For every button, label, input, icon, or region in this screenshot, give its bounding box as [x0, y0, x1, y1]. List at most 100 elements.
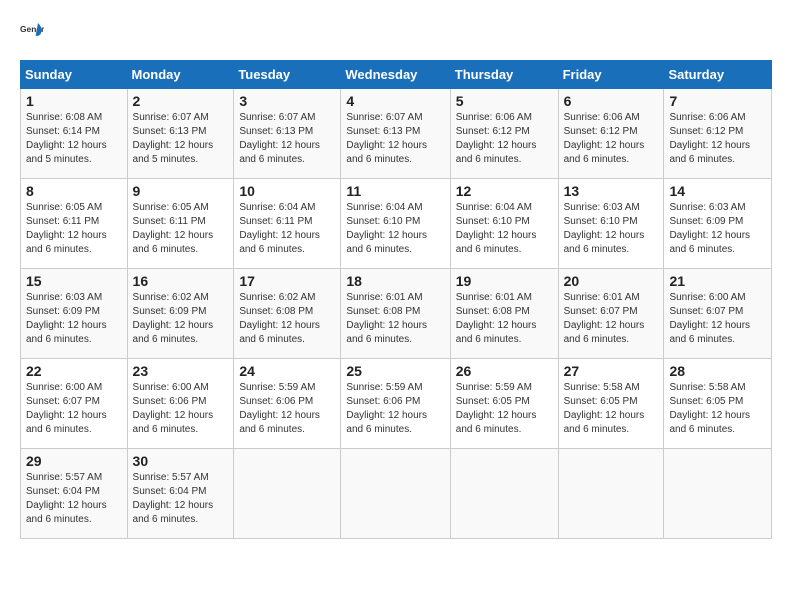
- day-info: Sunrise: 5:59 AMSunset: 6:06 PMDaylight:…: [239, 381, 335, 437]
- day-number: 11: [346, 183, 444, 199]
- calendar-week-row: 29 Sunrise: 5:57 AMSunset: 6:04 PMDayligh…: [21, 449, 772, 539]
- day-number: 17: [239, 273, 335, 289]
- calendar-cell: 12 Sunrise: 6:04 AMSunset: 6:10 PMDayligh…: [450, 179, 558, 269]
- calendar-cell: 18 Sunrise: 6:01 AMSunset: 6:08 PMDayligh…: [341, 269, 450, 359]
- day-number: 1: [26, 93, 122, 109]
- calendar-cell: 21Sunrise: 6:00 AMSunset: 6:07 PMDayligh…: [664, 269, 772, 359]
- header-thursday: Thursday: [450, 61, 558, 89]
- day-info: Sunrise: 6:02 AMSunset: 6:09 PMDaylight:…: [133, 291, 229, 347]
- day-number: 27: [564, 363, 659, 379]
- calendar-cell: 28 Sunrise: 5:58 AMSunset: 6:05 PMDayligh…: [664, 359, 772, 449]
- day-number: 2: [133, 93, 229, 109]
- calendar-cell: 20 Sunrise: 6:01 AMSunset: 6:07 PMDayligh…: [558, 269, 664, 359]
- day-info: Sunrise: 6:01 AMSunset: 6:07 PMDaylight:…: [564, 291, 659, 347]
- day-number: 13: [564, 183, 659, 199]
- day-info: Sunrise: 6:06 AMSunset: 6:12 PMDaylight:…: [564, 111, 659, 167]
- day-number: 9: [133, 183, 229, 199]
- calendar-cell: 15 Sunrise: 6:03 AMSunset: 6:09 PMDayligh…: [21, 269, 128, 359]
- calendar-cell: [341, 449, 450, 539]
- calendar-header-row: SundayMondayTuesdayWednesdayThursdayFrid…: [21, 61, 772, 89]
- day-number: 24: [239, 363, 335, 379]
- day-info: Sunrise: 6:05 AMSunset: 6:11 PMDaylight:…: [26, 201, 122, 257]
- calendar-cell: 29 Sunrise: 5:57 AMSunset: 6:04 PMDayligh…: [21, 449, 128, 539]
- calendar-cell: 8 Sunrise: 6:05 AMSunset: 6:11 PMDaylight…: [21, 179, 128, 269]
- day-number: 7: [669, 93, 766, 109]
- day-info: Sunrise: 5:57 AMSunset: 6:04 PMDaylight:…: [26, 471, 122, 527]
- calendar-cell: 7Sunrise: 6:06 AMSunset: 6:12 PMDaylight…: [664, 89, 772, 179]
- day-info: Sunrise: 6:03 AMSunset: 6:09 PMDaylight:…: [26, 291, 122, 347]
- day-number: 29: [26, 453, 122, 469]
- logo: General: [20, 20, 48, 44]
- day-info: Sunrise: 6:03 AMSunset: 6:10 PMDaylight:…: [564, 201, 659, 257]
- day-info: Sunrise: 6:00 AMSunset: 6:07 PMDaylight:…: [26, 381, 122, 437]
- calendar-cell: 30 Sunrise: 5:57 AMSunset: 6:04 PMDayligh…: [127, 449, 234, 539]
- calendar-cell: 1 Sunrise: 6:08 AMSunset: 6:14 PMDaylight…: [21, 89, 128, 179]
- calendar-week-row: 1 Sunrise: 6:08 AMSunset: 6:14 PMDaylight…: [21, 89, 772, 179]
- day-number: 28: [669, 363, 766, 379]
- day-number: 12: [456, 183, 553, 199]
- day-number: 22: [26, 363, 122, 379]
- day-info: Sunrise: 6:03 AMSunset: 6:09 PMDaylight:…: [669, 201, 766, 257]
- header-sunday: Sunday: [21, 61, 128, 89]
- calendar-cell: [664, 449, 772, 539]
- calendar-cell: [234, 449, 341, 539]
- calendar-cell: 11 Sunrise: 6:04 AMSunset: 6:10 PMDayligh…: [341, 179, 450, 269]
- calendar-cell: 14 Sunrise: 6:03 AMSunset: 6:09 PMDayligh…: [664, 179, 772, 269]
- day-info: Sunrise: 5:57 AMSunset: 6:04 PMDaylight:…: [133, 471, 229, 527]
- day-info: Sunrise: 6:04 AMSunset: 6:10 PMDaylight:…: [456, 201, 553, 257]
- calendar-cell: 23 Sunrise: 6:00 AMSunset: 6:06 PMDayligh…: [127, 359, 234, 449]
- day-number: 8: [26, 183, 122, 199]
- day-info: Sunrise: 6:08 AMSunset: 6:14 PMDaylight:…: [26, 111, 122, 167]
- logo-icon: General: [20, 20, 44, 44]
- day-info: Sunrise: 6:00 AMSunset: 6:06 PMDaylight:…: [133, 381, 229, 437]
- day-info: Sunrise: 6:07 AMSunset: 6:13 PMDaylight:…: [346, 111, 444, 167]
- day-info: Sunrise: 5:58 AMSunset: 6:05 PMDaylight:…: [669, 381, 766, 437]
- calendar-cell: 5Sunrise: 6:06 AMSunset: 6:12 PMDaylight…: [450, 89, 558, 179]
- calendar-cell: 2 Sunrise: 6:07 AMSunset: 6:13 PMDaylight…: [127, 89, 234, 179]
- calendar-cell: [450, 449, 558, 539]
- day-info: Sunrise: 6:07 AMSunset: 6:13 PMDaylight:…: [239, 111, 335, 167]
- day-info: Sunrise: 6:00 AMSunset: 6:07 PMDaylight:…: [669, 291, 766, 347]
- day-number: 23: [133, 363, 229, 379]
- day-info: Sunrise: 6:01 AMSunset: 6:08 PMDaylight:…: [456, 291, 553, 347]
- calendar-cell: 22 Sunrise: 6:00 AMSunset: 6:07 PMDayligh…: [21, 359, 128, 449]
- day-number: 14: [669, 183, 766, 199]
- calendar-week-row: 22 Sunrise: 6:00 AMSunset: 6:07 PMDayligh…: [21, 359, 772, 449]
- calendar-week-row: 15 Sunrise: 6:03 AMSunset: 6:09 PMDayligh…: [21, 269, 772, 359]
- day-number: 20: [564, 273, 659, 289]
- day-number: 6: [564, 93, 659, 109]
- header-saturday: Saturday: [664, 61, 772, 89]
- header-monday: Monday: [127, 61, 234, 89]
- calendar-cell: 27 Sunrise: 5:58 AMSunset: 6:05 PMDayligh…: [558, 359, 664, 449]
- day-info: Sunrise: 6:05 AMSunset: 6:11 PMDaylight:…: [133, 201, 229, 257]
- day-number: 3: [239, 93, 335, 109]
- day-number: 16: [133, 273, 229, 289]
- calendar-cell: 16 Sunrise: 6:02 AMSunset: 6:09 PMDayligh…: [127, 269, 234, 359]
- day-number: 5: [456, 93, 553, 109]
- calendar-cell: 13 Sunrise: 6:03 AMSunset: 6:10 PMDayligh…: [558, 179, 664, 269]
- day-number: 25: [346, 363, 444, 379]
- header-wednesday: Wednesday: [341, 61, 450, 89]
- day-info: Sunrise: 5:58 AMSunset: 6:05 PMDaylight:…: [564, 381, 659, 437]
- day-info: Sunrise: 5:59 AMSunset: 6:05 PMDaylight:…: [456, 381, 553, 437]
- day-info: Sunrise: 6:04 AMSunset: 6:10 PMDaylight:…: [346, 201, 444, 257]
- calendar-cell: 6 Sunrise: 6:06 AMSunset: 6:12 PMDaylight…: [558, 89, 664, 179]
- day-info: Sunrise: 5:59 AMSunset: 6:06 PMDaylight:…: [346, 381, 444, 437]
- calendar-cell: 26Sunrise: 5:59 AMSunset: 6:05 PMDayligh…: [450, 359, 558, 449]
- day-number: 15: [26, 273, 122, 289]
- calendar-cell: 9 Sunrise: 6:05 AMSunset: 6:11 PMDaylight…: [127, 179, 234, 269]
- day-info: Sunrise: 6:02 AMSunset: 6:08 PMDaylight:…: [239, 291, 335, 347]
- day-number: 18: [346, 273, 444, 289]
- calendar-table: SundayMondayTuesdayWednesdayThursdayFrid…: [20, 60, 772, 539]
- calendar-cell: 4Sunrise: 6:07 AMSunset: 6:13 PMDaylight…: [341, 89, 450, 179]
- day-info: Sunrise: 6:07 AMSunset: 6:13 PMDaylight:…: [133, 111, 229, 167]
- calendar-cell: 10Sunrise: 6:04 AMSunset: 6:11 PMDayligh…: [234, 179, 341, 269]
- header-tuesday: Tuesday: [234, 61, 341, 89]
- day-number: 30: [133, 453, 229, 469]
- calendar-cell: 3 Sunrise: 6:07 AMSunset: 6:13 PMDaylight…: [234, 89, 341, 179]
- calendar-cell: [558, 449, 664, 539]
- calendar-cell: 24 Sunrise: 5:59 AMSunset: 6:06 PMDayligh…: [234, 359, 341, 449]
- day-info: Sunrise: 6:01 AMSunset: 6:08 PMDaylight:…: [346, 291, 444, 347]
- calendar-cell: 17 Sunrise: 6:02 AMSunset: 6:08 PMDayligh…: [234, 269, 341, 359]
- day-number: 10: [239, 183, 335, 199]
